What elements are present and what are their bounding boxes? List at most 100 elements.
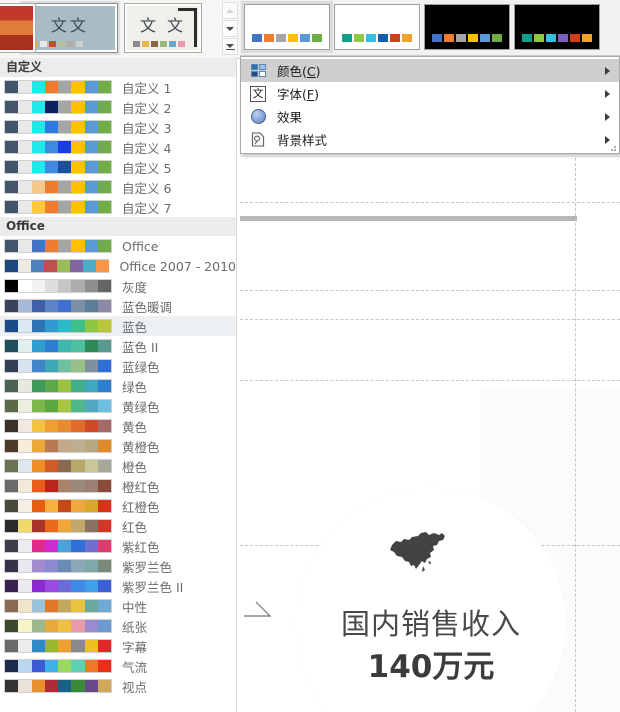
chip [570, 34, 580, 42]
effects-circle-icon [247, 108, 269, 126]
theme-color-swatch [4, 639, 112, 653]
swatch-cell [71, 540, 85, 552]
swatch-cell [44, 500, 58, 512]
theme-color-row[interactable]: 视点 [0, 676, 236, 696]
swatch-cell [97, 680, 111, 692]
theme-thumb-partial-left[interactable] [0, 3, 36, 53]
chip [492, 34, 502, 42]
theme-color-row[interactable]: 红色 [0, 516, 236, 536]
theme-color-row[interactable]: 紫罗兰色 [0, 556, 236, 576]
theme-color-row[interactable]: 中性 [0, 596, 236, 616]
theme-color-row[interactable]: 蓝色 [0, 316, 236, 336]
scheme-black-1[interactable] [424, 4, 510, 50]
theme-color-row[interactable]: 自定义 7 [0, 197, 236, 217]
swatch-cell [44, 440, 58, 452]
theme-color-row[interactable]: 字幕 [0, 636, 236, 656]
gallery-more-button[interactable] [222, 38, 238, 55]
background-style-icon [247, 131, 269, 149]
swatch-cell [97, 520, 111, 532]
theme-color-row[interactable]: 红橙色 [0, 496, 236, 516]
china-map-icon [390, 532, 445, 572]
theme-color-row[interactable]: 蓝色 II [0, 336, 236, 356]
swatch-cell [97, 240, 111, 252]
arrow-shape-icon[interactable] [244, 598, 274, 622]
chip [312, 34, 322, 42]
menu-item-background-styles[interactable]: 背景样式 [241, 128, 619, 151]
chip [133, 41, 140, 47]
effects-circle-icon [250, 109, 266, 124]
theme-color-row[interactable]: Office [0, 236, 236, 256]
swatch-cell [5, 640, 19, 652]
swatch-cell [31, 640, 45, 652]
theme-color-row[interactable]: 紫罗兰色 II [0, 576, 236, 596]
theme-color-row[interactable]: 纸张 [0, 616, 236, 636]
theme-color-row[interactable]: 橙色 [0, 456, 236, 476]
theme-thumb-blue-gray[interactable]: 文文 [20, 1, 120, 55]
scheme-black-2[interactable] [514, 4, 600, 50]
guide-vertical-1 [575, 158, 576, 712]
theme-color-row[interactable]: Office 2007 - 2010 [0, 256, 236, 276]
swatch-cell [97, 161, 111, 173]
gallery-scroll-down-button[interactable] [222, 20, 238, 37]
theme-color-row[interactable]: 黄绿色 [0, 396, 236, 416]
swatch-cell [44, 240, 58, 252]
theme-color-row[interactable]: 紫红色 [0, 536, 236, 556]
menu-item-colors[interactable]: 颜色(C) [241, 59, 619, 82]
swatch-cell [95, 260, 109, 272]
theme-color-row[interactable]: 蓝绿色 [0, 356, 236, 376]
swatch-cell [44, 380, 58, 392]
swatch-cell [71, 580, 85, 592]
guide-horizontal-3 [240, 319, 620, 320]
swatch-cell [71, 101, 85, 113]
theme-color-row[interactable]: 绿色 [0, 376, 236, 396]
swatch-cell [84, 141, 98, 153]
theme-color-row[interactable]: 自定义 5 [0, 157, 236, 177]
swatch-cell [44, 280, 58, 292]
swatch-cell [58, 340, 72, 352]
swatch-cell [97, 280, 111, 292]
swatch-cell [84, 520, 98, 532]
theme-colors-panel[interactable]: 自定义 自定义 1 自定义 2 自定义 3 自定义 4 自定义 5 自定义 6 自定义 7 Of… [0, 58, 237, 712]
scheme-white-2[interactable] [334, 4, 420, 50]
swatch-cell [5, 440, 19, 452]
swatch-cell [31, 280, 45, 292]
chip [49, 41, 56, 47]
theme-color-swatch [4, 140, 112, 154]
theme-color-swatch [4, 459, 112, 473]
theme-color-row[interactable]: 橙红色 [0, 476, 236, 496]
swatch-cell [71, 460, 85, 472]
theme-color-row[interactable]: 黄色 [0, 416, 236, 436]
theme-color-row[interactable]: 自定义 6 [0, 177, 236, 197]
swatch-cell [58, 201, 72, 213]
theme-color-row[interactable]: 蓝色暖调 [0, 296, 236, 316]
swatch-cell [71, 420, 85, 432]
theme-color-row[interactable]: 自定义 1 [0, 77, 236, 97]
swatch-cell [58, 660, 72, 672]
theme-color-swatch [4, 559, 112, 573]
chip [300, 34, 310, 42]
swatch-cell [5, 400, 19, 412]
theme-color-row[interactable]: 自定义 3 [0, 117, 236, 137]
theme-color-row[interactable]: 黄橙色 [0, 436, 236, 456]
swatch-cell [58, 181, 72, 193]
swatch-cell [44, 320, 58, 332]
swatch-cell [18, 560, 32, 572]
theme-color-row[interactable]: 灰度 [0, 276, 236, 296]
theme-color-row[interactable]: 气流 [0, 656, 236, 676]
menu-item-effects[interactable]: 效果 [241, 105, 619, 128]
menu-item-fonts[interactable]: 文字体(F) [241, 82, 619, 105]
theme-thumb-bracket[interactable]: 文 文 [124, 3, 202, 53]
theme-color-row[interactable]: 自定义 4 [0, 137, 236, 157]
gallery-scroll-up-button[interactable] [222, 2, 238, 19]
theme-color-swatch [4, 259, 110, 273]
theme-color-label: 橙色 [122, 459, 148, 475]
swatch-cell [5, 540, 19, 552]
chip [288, 34, 298, 42]
menu-resize-grip[interactable] [607, 142, 616, 151]
swatch-cell [84, 161, 98, 173]
theme-color-row[interactable]: 自定义 2 [0, 97, 236, 117]
scheme-white-1[interactable] [241, 1, 333, 53]
swatch-cell [58, 320, 72, 332]
swatch-cell [84, 121, 98, 133]
theme-color-swatch [4, 599, 112, 613]
